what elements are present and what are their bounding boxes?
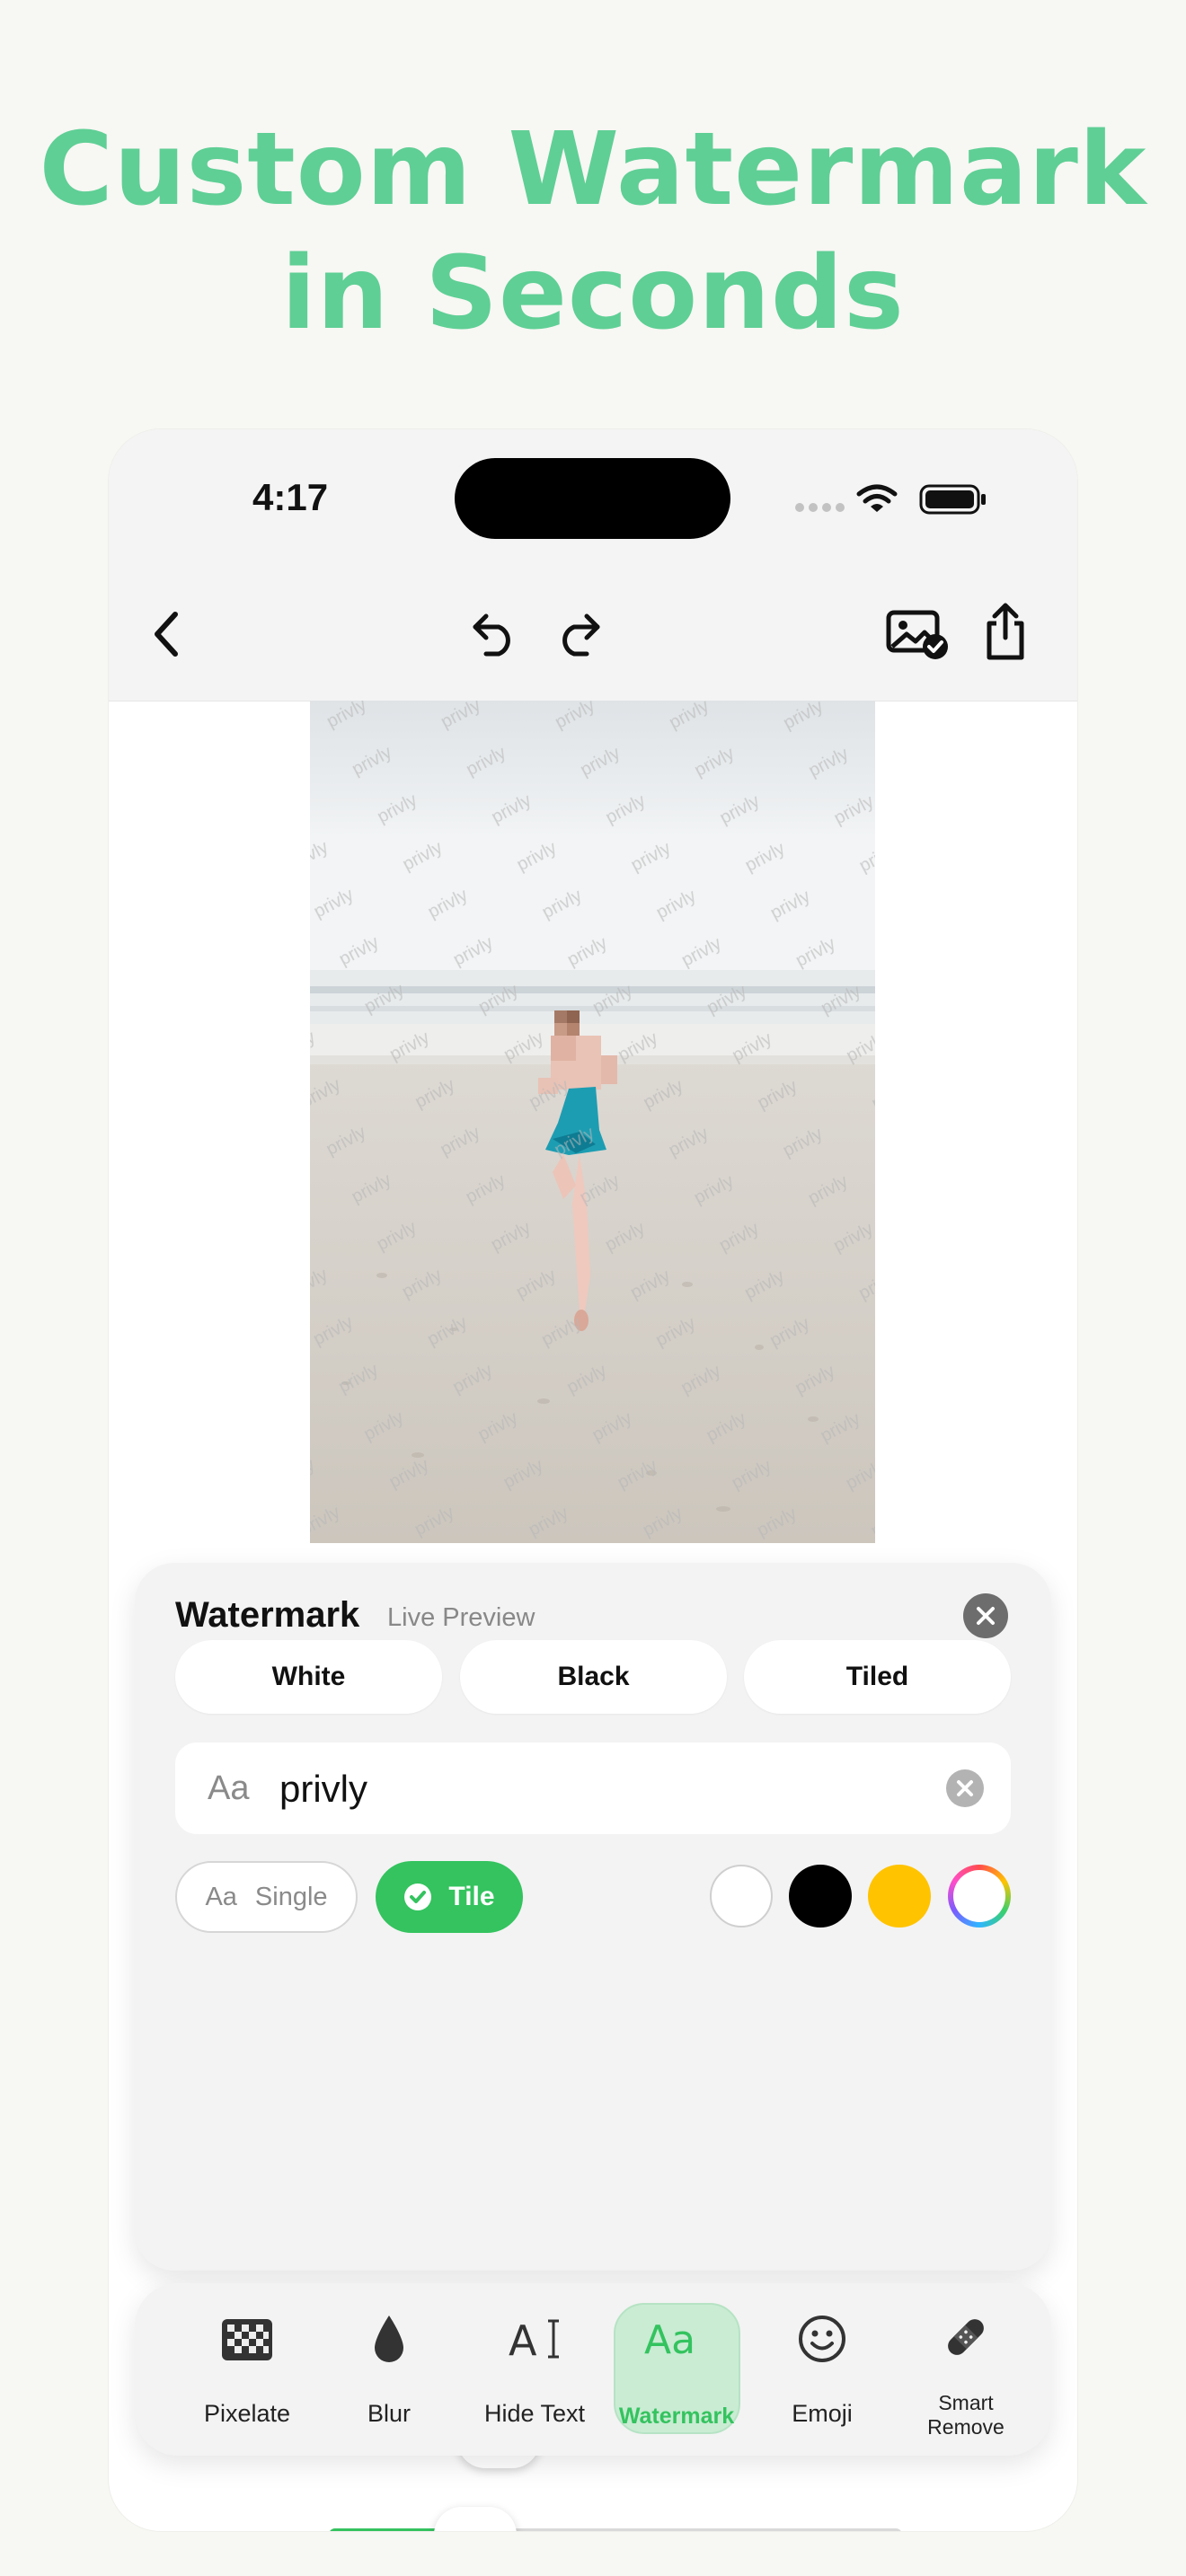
headline-line-2: in Seconds xyxy=(281,235,905,352)
share-icon[interactable] xyxy=(980,602,1031,663)
live-preview-label: Live Preview xyxy=(387,1603,535,1632)
mode-single-button[interactable]: Aa Single xyxy=(175,1861,358,1933)
redo-icon[interactable] xyxy=(554,611,605,657)
tool-emoji[interactable]: Emoji xyxy=(755,2283,890,2456)
close-icon xyxy=(977,1607,995,1625)
preset-tiled-button[interactable]: Tiled xyxy=(744,1640,1011,1714)
watermark-text-field[interactable]: Aa privly xyxy=(175,1742,1011,1834)
dynamic-island xyxy=(455,458,730,539)
emoji-icon xyxy=(799,2316,845,2362)
single-label: Single xyxy=(254,1882,328,1911)
tool-label: Pixelate xyxy=(203,2400,291,2427)
tool-label: Emoji xyxy=(792,2400,853,2427)
tool-hide-text[interactable]: A Hide Text xyxy=(467,2283,602,2456)
bandage-icon xyxy=(948,2319,984,2355)
preset-white-button[interactable]: White xyxy=(175,1640,442,1714)
photo-canvas: privly xyxy=(310,701,875,1543)
tool-watermark[interactable]: Aa Watermark xyxy=(609,2283,744,2456)
battery-icon xyxy=(919,484,986,515)
watermark-panel: Watermark Live Preview White Black Tiled… xyxy=(135,1563,1051,2531)
color-picker-rainbow[interactable] xyxy=(948,1865,1011,1928)
top-bar: 4:17 xyxy=(109,429,1077,701)
blur-drop-icon xyxy=(375,2316,403,2362)
undo-icon[interactable] xyxy=(468,611,518,657)
svg-text:Aa: Aa xyxy=(644,2317,695,2363)
watermark-text-value[interactable]: privly xyxy=(279,1768,367,1811)
tool-label: Hide Text xyxy=(483,2400,586,2427)
tile-label: Tile xyxy=(448,1882,495,1911)
panel-title: Watermark xyxy=(175,1595,360,1635)
tool-pixelate[interactable]: Pixelate xyxy=(180,2283,314,2456)
back-chevron-icon[interactable] xyxy=(148,609,184,659)
clear-text-button[interactable] xyxy=(946,1769,984,1807)
watermark-aa-icon: Aa xyxy=(644,2317,695,2363)
slider-knob[interactable] xyxy=(434,2507,517,2531)
single-prefix: Aa xyxy=(205,1882,237,1911)
phone-screen: 4:17 Watermark Live Preview White Black … xyxy=(109,429,1077,2531)
tool-smart-remove[interactable]: Smart Remove xyxy=(898,2283,1033,2456)
status-time: 4:17 xyxy=(252,476,329,518)
svg-text:A: A xyxy=(509,2316,537,2364)
size-slider[interactable] xyxy=(329,2507,902,2531)
signal-dots-icon xyxy=(795,503,845,512)
checkmark-circle-icon xyxy=(404,1883,432,1910)
wifi-icon xyxy=(856,484,898,512)
font-prefix-label: Aa xyxy=(208,1769,250,1807)
color-swatch-yellow[interactable] xyxy=(868,1865,931,1928)
preset-black-button[interactable]: Black xyxy=(460,1640,727,1714)
tool-label: Blur xyxy=(367,2400,411,2427)
hide-text-icon: A xyxy=(509,2316,559,2364)
close-panel-button[interactable] xyxy=(963,1593,1008,1638)
save-photo-icon[interactable] xyxy=(885,607,950,661)
clear-icon xyxy=(957,1780,973,1796)
tool-label: Watermark xyxy=(618,2404,735,2429)
color-swatch-white[interactable] xyxy=(710,1865,773,1928)
tool-label: Smart Remove xyxy=(927,2391,1005,2439)
color-swatch-black[interactable] xyxy=(789,1865,852,1928)
edited-photo[interactable]: privly xyxy=(310,701,875,1543)
tool-blur[interactable]: Blur xyxy=(322,2283,456,2456)
headline-line-1: Custom Watermark xyxy=(39,111,1147,228)
headline: Custom Watermark in Seconds xyxy=(0,108,1186,356)
tool-bar: Pixelate Blur A Hide Text Aa Watermark E… xyxy=(135,2283,1051,2456)
pixelate-icon xyxy=(222,2319,272,2360)
mode-tile-button[interactable]: Tile xyxy=(376,1861,523,1933)
